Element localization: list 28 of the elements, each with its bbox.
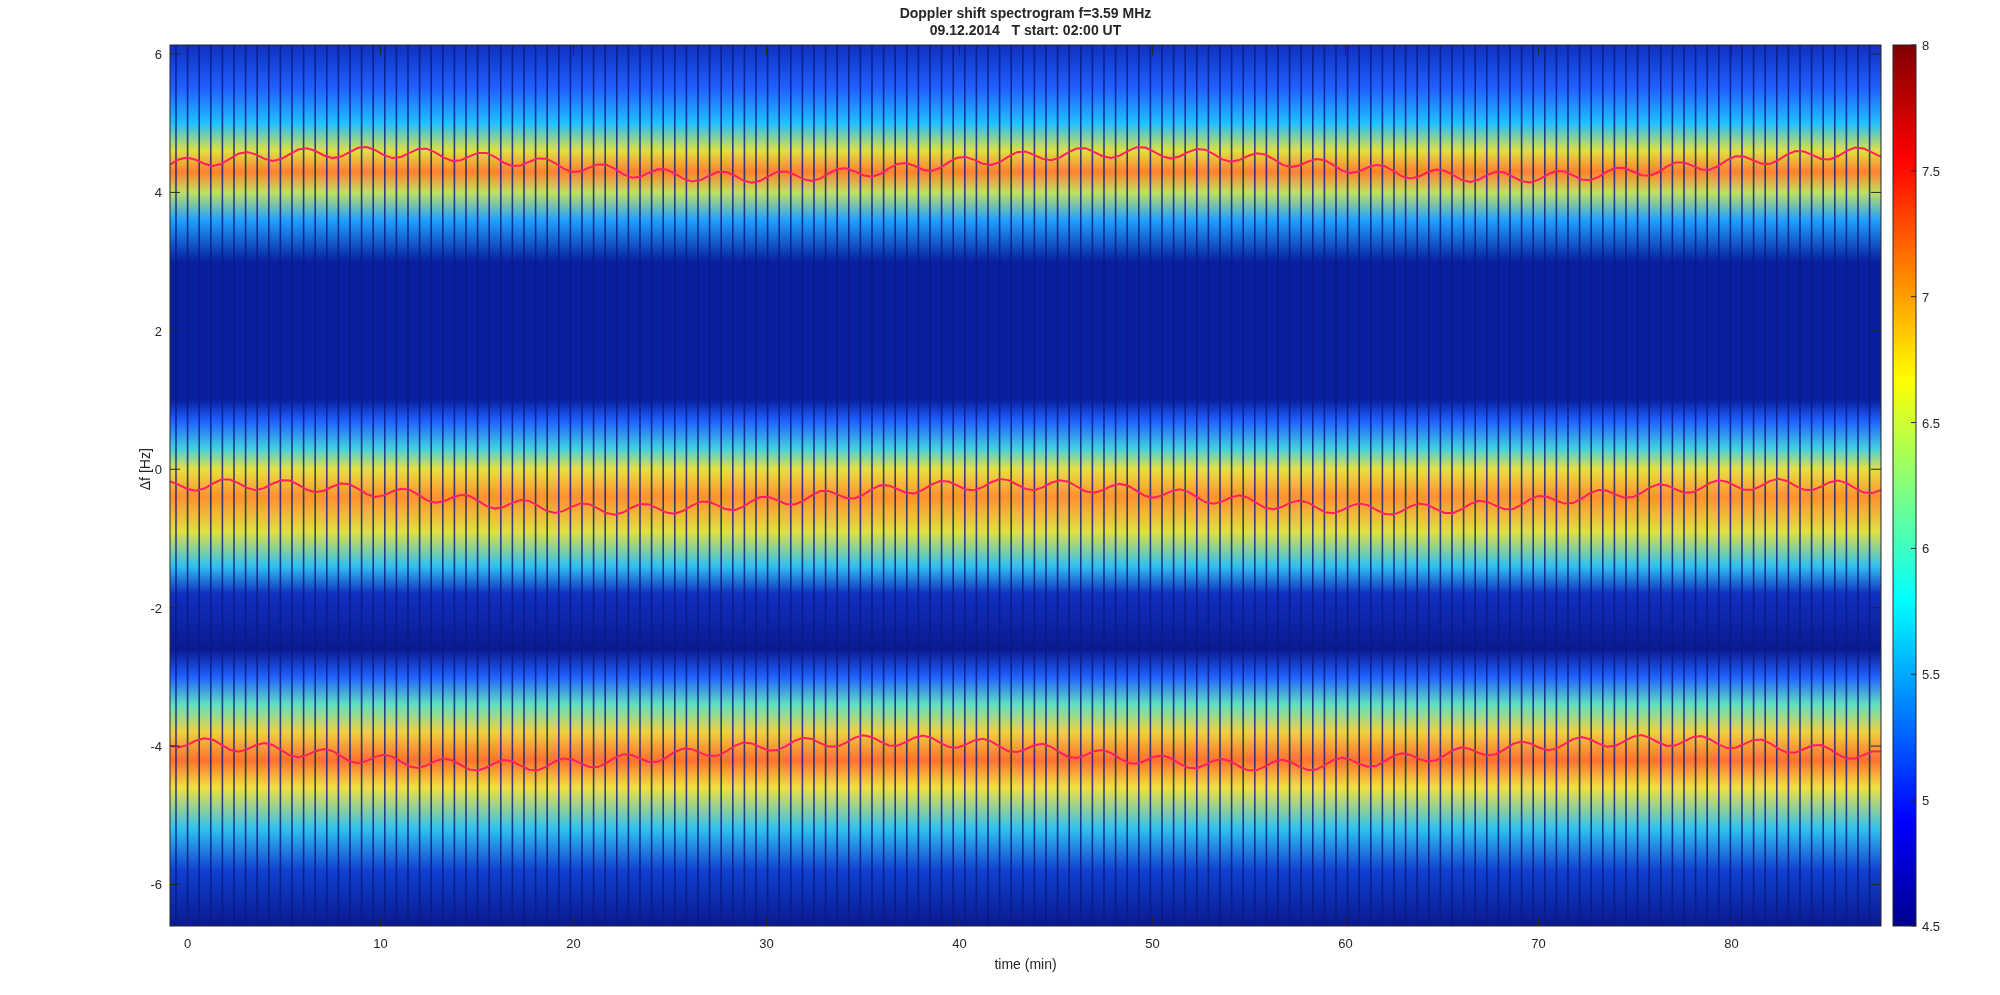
x-tick-label: 30 [759, 936, 774, 951]
x-tick-label: 60 [1338, 936, 1353, 951]
x-tick-label: 40 [952, 936, 967, 951]
colorbar-tick-label: 7 [1922, 289, 1930, 305]
plot-title: 09.12.2014 T start: 02:00 UT [929, 22, 1122, 38]
y-tick-label: -4 [150, 739, 162, 755]
y-tick-label: -2 [150, 600, 162, 616]
colorbar-tick-label: 5.5 [1922, 667, 1941, 683]
x-tick-label: 80 [1724, 936, 1739, 951]
colorbar-tick-label: 4.5 [1922, 919, 1941, 934]
y-tick-label: 2 [154, 323, 162, 339]
y-tick-label: 6 [154, 47, 162, 62]
colorbar-tick-label: 6.5 [1922, 415, 1941, 431]
x-tick-label: 20 [566, 936, 581, 951]
x-tick-label: 50 [1145, 936, 1160, 951]
x-tick-label: 70 [1531, 936, 1546, 951]
colorbar-tick-label: 8 [1922, 38, 1930, 53]
plot-title: Doppler shift spectrogram f=3.59 MHz [899, 5, 1152, 21]
x-axis-label: time (min) [994, 956, 1057, 972]
y-tick-label: -6 [150, 877, 162, 893]
x-tick-label: 10 [373, 936, 388, 951]
colorbar-tick-label: 7.5 [1922, 163, 1941, 179]
y-axis-label: Δf [Hz] [137, 448, 153, 491]
colorbar-tick-label: 5 [1922, 793, 1930, 809]
y-tick-label: 0 [154, 462, 162, 478]
y-tick-label: 4 [154, 185, 162, 201]
x-tick-label: 0 [183, 936, 192, 951]
colorbar-tick-label: 6 [1922, 541, 1930, 557]
